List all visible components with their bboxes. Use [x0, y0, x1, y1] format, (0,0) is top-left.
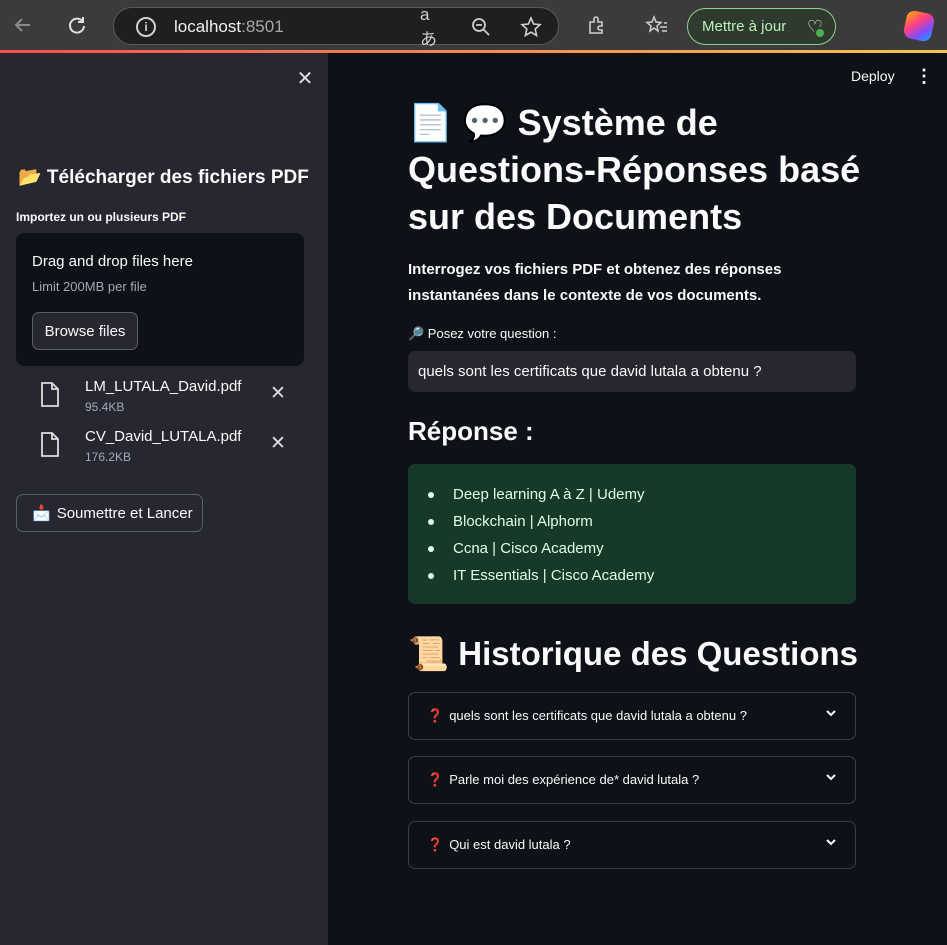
file-name: LM_LUTALA_David.pdf	[85, 378, 242, 395]
file-name: CV_David_LUTALA.pdf	[85, 428, 242, 445]
inbox-tray-icon: 📩	[32, 505, 51, 522]
remove-file-icon[interactable]: ✕	[268, 382, 288, 405]
chevron-down-icon	[825, 706, 837, 722]
update-label: Mettre à jour	[702, 18, 787, 35]
dropzone-title: Drag and drop files here	[32, 253, 193, 270]
upload-label: Importez un ou plusieurs PDF	[16, 210, 187, 224]
translate-icon[interactable]: aあ	[420, 5, 442, 49]
update-browser-button[interactable]: Mettre à jour ♡	[687, 8, 836, 45]
remove-file-icon[interactable]: ✕	[268, 432, 288, 455]
history-question: ❓ Qui est david lutala ?	[427, 837, 571, 852]
main-content: Deploy ⋮ 📄 💬 Système de Questions-Répons…	[328, 53, 947, 945]
uploaded-file-item: CV_David_LUTALA.pdf 176.2KB ✕	[38, 426, 298, 470]
response-item: IT Essentials | Cisco Academy	[427, 565, 654, 592]
sidebar: ✕ 📂 Télécharger des fichiers PDF Importe…	[0, 53, 328, 945]
deploy-button[interactable]: Deploy	[851, 68, 895, 84]
favorites-list-icon[interactable]	[642, 10, 672, 40]
close-sidebar-icon[interactable]: ✕	[293, 66, 317, 90]
file-size: 95.4KB	[85, 400, 125, 414]
page-title: 📄 💬 Système de Questions-Réponses basé s…	[408, 102, 861, 237]
page-subtitle: Interrogez vos fichiers PDF et obtenez d…	[408, 261, 782, 304]
response-item: Ccna | Cisco Academy	[427, 538, 654, 565]
file-size: 176.2KB	[85, 450, 132, 464]
question-input[interactable]	[408, 351, 856, 392]
chevron-down-icon	[825, 770, 837, 786]
browse-files-button[interactable]: Browse files	[32, 312, 138, 350]
uploaded-file-item: LM_LUTALA_David.pdf 95.4KB ✕	[38, 376, 298, 420]
file-icon	[41, 382, 59, 407]
back-arrow-icon[interactable]	[8, 10, 38, 40]
history-title: 📜 Historique des Questions	[408, 635, 858, 672]
sidebar-header: 📂 Télécharger des fichiers PDF	[18, 167, 309, 188]
submit-launch-button[interactable]: 📩 Soumettre et Lancer	[16, 494, 203, 532]
history-expander[interactable]: ❓ Parle moi des expérience de* david luta…	[408, 756, 856, 804]
submit-label: Soumettre et Lancer	[56, 504, 193, 522]
response-list: Deep learning A à Z | Udemy Blockchain |…	[427, 484, 654, 592]
response-title: Réponse :	[408, 416, 534, 446]
chevron-down-icon	[825, 835, 837, 851]
response-item: Deep learning A à Z | Udemy	[427, 484, 654, 511]
extensions-icon[interactable]	[582, 10, 612, 40]
question-label: 🔎 Posez votre question :	[408, 326, 557, 341]
dropzone-limit: Limit 200MB per file	[32, 279, 147, 294]
history-question: ❓ Parle moi des expérience de* david luta…	[427, 772, 700, 787]
response-box: Deep learning A à Z | Udemy Blockchain |…	[408, 464, 856, 604]
zoom-out-icon[interactable]	[470, 16, 492, 38]
history-question: ❓ quels sont les certificats que david lu…	[427, 708, 747, 723]
url-text: localhost:8501	[174, 17, 284, 36]
reload-icon[interactable]	[62, 10, 92, 40]
history-expander[interactable]: ❓ Qui est david lutala ?	[408, 821, 856, 869]
question-mark-icon: ❓	[427, 772, 444, 787]
history-expander[interactable]: ❓ quels sont les certificats que david lu…	[408, 692, 856, 740]
question-mark-icon: ❓	[427, 837, 444, 852]
more-menu-icon[interactable]: ⋮	[915, 66, 933, 87]
site-info-icon[interactable]: i	[136, 17, 156, 37]
copilot-icon[interactable]	[902, 9, 936, 43]
update-status-dot	[814, 27, 826, 39]
browser-toolbar: i localhost:8501 aあ Mettre à jour ♡	[0, 0, 947, 52]
response-item: Blockchain | Alphorm	[427, 511, 654, 538]
file-dropzone[interactable]: Drag and drop files here Limit 200MB per…	[16, 233, 304, 366]
file-icon	[41, 432, 59, 457]
address-bar[interactable]: i localhost:8501 aあ	[113, 5, 559, 49]
question-mark-icon: ❓	[427, 708, 444, 723]
favorite-star-icon[interactable]	[520, 16, 542, 38]
